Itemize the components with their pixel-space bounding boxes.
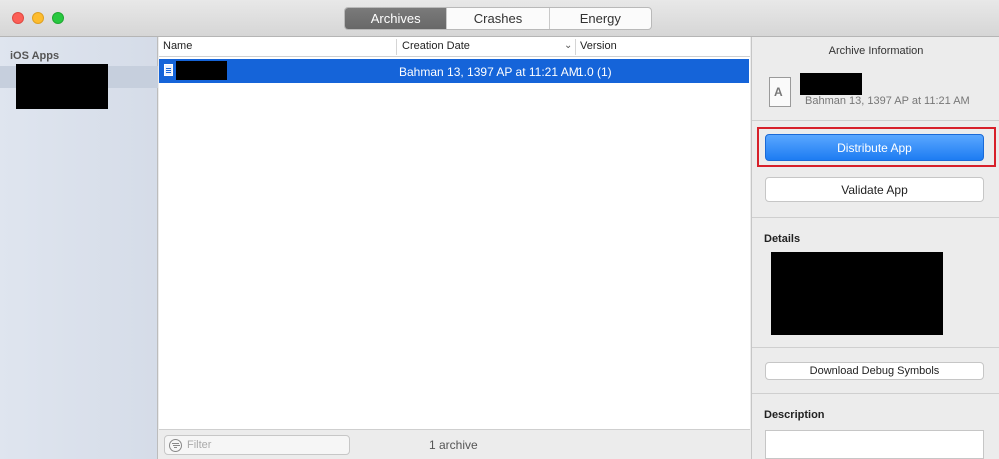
filter-placeholder: Filter <box>187 439 212 451</box>
redacted-details <box>771 252 943 335</box>
inspector-panel: Archive Information Bahman 13, 1397 AP a… <box>751 37 999 459</box>
sidebar-section-header: iOS Apps <box>10 50 60 62</box>
title-bar: Archives Crashes Energy <box>0 0 999 37</box>
document-icon <box>164 64 173 76</box>
description-field[interactable] <box>765 430 984 459</box>
list-header: Name Creation Date ⌄ Version <box>159 37 750 57</box>
archive-date: Bahman 13, 1397 AP at 11:21 AM <box>805 95 970 107</box>
redacted-archive-name <box>800 73 862 95</box>
list-footer: Filter 1 archive <box>159 429 750 459</box>
zoom-window-button[interactable] <box>52 12 64 24</box>
description-label: Description <box>764 409 825 421</box>
row-version: 1.0 (1) <box>577 65 612 79</box>
column-header-version[interactable]: Version <box>580 40 617 52</box>
tab-crashes[interactable]: Crashes <box>447 8 550 29</box>
minimize-window-button[interactable] <box>32 12 44 24</box>
row-creation-date: Bahman 13, 1397 AP at 11:21 AM <box>399 65 579 79</box>
divider <box>752 393 999 394</box>
inspector-title: Archive Information <box>828 45 924 57</box>
validate-app-button[interactable]: Validate App <box>765 177 984 202</box>
distribute-app-button[interactable]: Distribute App <box>765 134 984 161</box>
redacted-app-icon-and-name <box>16 64 108 109</box>
column-header-creation-date[interactable]: Creation Date <box>402 40 470 52</box>
divider <box>752 347 999 348</box>
archive-icon <box>769 77 791 107</box>
filter-field[interactable]: Filter <box>164 435 350 455</box>
table-row[interactable]: Bahman 13, 1397 AP at 11:21 AM 1.0 (1) <box>159 59 749 83</box>
close-window-button[interactable] <box>12 12 24 24</box>
archive-list: Name Creation Date ⌄ Version Bahman 13, … <box>159 37 750 429</box>
sort-chevron-down-icon[interactable]: ⌄ <box>564 40 572 51</box>
filter-icon <box>169 439 182 452</box>
column-header-name[interactable]: Name <box>163 40 192 52</box>
details-label: Details <box>764 233 801 245</box>
redacted-archive-name <box>176 61 227 80</box>
download-debug-symbols-button[interactable]: Download Debug Symbols <box>765 362 984 380</box>
archive-count: 1 archive <box>429 438 478 452</box>
section-segmented-control: Archives Crashes Energy <box>344 7 652 30</box>
divider <box>752 217 999 218</box>
tab-archives[interactable]: Archives <box>345 8 448 29</box>
sidebar: iOS Apps <box>0 37 158 459</box>
column-separator <box>575 39 576 55</box>
tab-energy[interactable]: Energy <box>550 8 651 29</box>
divider <box>752 120 999 121</box>
column-separator <box>396 39 397 55</box>
